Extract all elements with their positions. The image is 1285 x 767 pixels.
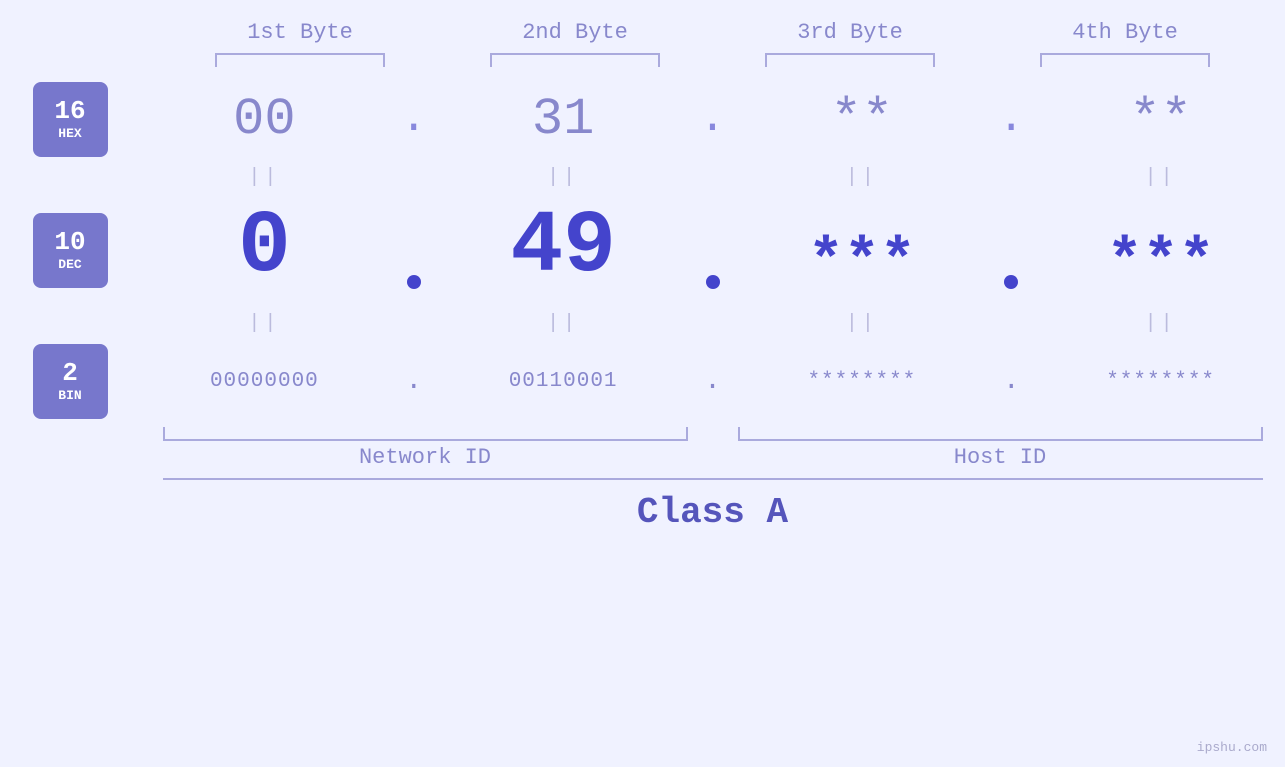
eq1-b4: || [1145,166,1177,189]
bracket-byte1 [215,53,385,67]
bin-byte4: ******** [1106,370,1215,393]
dec-sep1 [407,275,421,289]
byte4-header: 4th Byte [988,20,1263,53]
hex-byte1: 00 [233,90,295,149]
dec-sep3 [1004,275,1018,289]
byte1-header: 1st Byte [163,20,438,53]
class-label: Class A [163,488,1263,537]
bracket-byte3 [765,53,935,67]
bin-badge: 2 BIN [33,344,108,419]
byte2-header: 2nd Byte [438,20,713,53]
bracket-byte4 [1040,53,1210,67]
eq2-b3: || [846,312,878,335]
dec-byte4: *** [1107,229,1215,297]
hex-byte3: ** [831,90,893,149]
hex-byte2: 31 [532,90,594,149]
host-id-label: Host ID [954,445,1046,470]
eq1-b3: || [846,166,878,189]
bin-byte3: ******** [807,370,916,393]
eq1-b2: || [547,166,579,189]
bracket-host [738,427,1263,441]
bin-byte2: 00110001 [509,370,618,393]
bin-byte1: 00000000 [210,370,319,393]
watermark: ipshu.com [1197,740,1267,755]
hex-badge: 16 HEX [33,82,108,157]
bracket-byte2 [490,53,660,67]
hex-sep2: . [699,94,725,144]
eq1-b1: || [248,166,280,189]
eq2-b4: || [1145,312,1177,335]
dec-byte1: 0 [238,198,291,297]
byte3-header: 3rd Byte [713,20,988,53]
dec-byte3: *** [808,229,916,297]
eq2-b2: || [547,312,579,335]
network-id-label: Network ID [359,445,491,470]
dec-badge: 10 DEC [33,213,108,288]
bracket-network [163,427,688,441]
dec-byte2: 49 [510,198,616,297]
hex-sep1: . [401,94,427,144]
dec-sep2 [706,275,720,289]
bin-sep2: . [704,366,721,397]
bin-sep1: . [405,366,422,397]
class-line [163,478,1263,480]
main-container: 1st Byte 2nd Byte 3rd Byte 4th Byte 16 H… [0,0,1285,767]
bin-sep3: . [1003,366,1020,397]
hex-sep3: . [998,94,1024,144]
eq2-b1: || [248,312,280,335]
hex-byte4: ** [1129,90,1191,149]
